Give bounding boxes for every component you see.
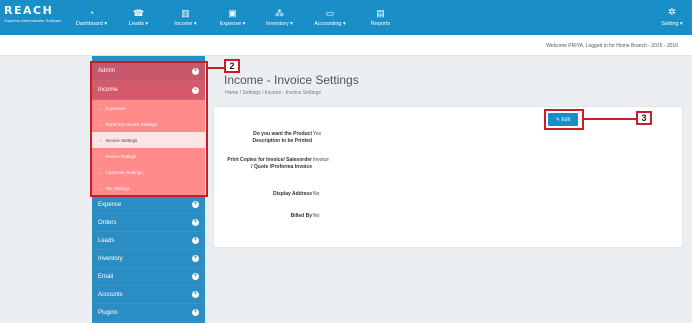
nav-settings[interactable]: ✲ Setting ▾ bbox=[652, 0, 692, 35]
welcome-text: Welcome PRIYA, Logged in for Home Branch… bbox=[546, 43, 678, 49]
sidebar-item-label: Inventory bbox=[98, 255, 123, 262]
field-row-billed-by: Billed By No bbox=[226, 213, 426, 220]
nav-accounting-label: Accounting ▾ bbox=[314, 21, 346, 27]
sidebar-item-label: Leads bbox=[98, 237, 115, 244]
nav-reports[interactable]: ▤ Reports bbox=[357, 0, 404, 35]
callout-3-connector bbox=[584, 118, 636, 120]
logo-text: REACH bbox=[4, 4, 54, 17]
nav-dashboard-label: Dashboard ▾ bbox=[75, 21, 108, 27]
brand-logo[interactable]: REACH Supreme Administrator Software bbox=[0, 0, 68, 35]
callout-3: 3 bbox=[636, 111, 652, 125]
callout-2-connector bbox=[208, 67, 224, 69]
plus-icon: + bbox=[192, 219, 199, 226]
top-navbar: REACH Supreme Administrator Software ◔ D… bbox=[0, 0, 692, 35]
nav-settings-label: Setting ▾ bbox=[661, 21, 683, 27]
sidebar-item-email[interactable]: Email + bbox=[92, 268, 205, 286]
cubes-icon: ⁂ bbox=[275, 8, 284, 18]
sidebar-highlight-box bbox=[90, 61, 208, 197]
settings-card bbox=[213, 106, 683, 248]
plus-icon: + bbox=[192, 255, 199, 262]
document-icon: ▤ bbox=[376, 8, 385, 18]
sidebar-item-inventory[interactable]: Inventory + bbox=[92, 250, 205, 268]
nav-inventory-label: Inventory ▾ bbox=[266, 21, 293, 27]
sidebar-item-label: Email bbox=[98, 273, 114, 280]
phone-icon: ☎ bbox=[132, 8, 145, 18]
sidebar-item-accounts[interactable]: Accounts + bbox=[92, 286, 205, 304]
nav-dashboard[interactable]: ◔ Dashboard ▾ bbox=[68, 0, 115, 35]
sidebar-item-label: Expense bbox=[98, 201, 122, 208]
page-title: Income - Invoice Settings bbox=[224, 73, 359, 87]
nav-leads-label: Leads ▾ bbox=[128, 21, 149, 27]
edit-highlight-box bbox=[544, 109, 584, 130]
main-nav: ◔ Dashboard ▾ ☎ Leads ▾ ▥ Income ▾ ▣ Exp… bbox=[68, 0, 404, 35]
field-label: Do you want the Product Description to b… bbox=[252, 131, 312, 144]
field-row-product-description: Do you want the Product Description to b… bbox=[226, 131, 426, 145]
plus-icon: + bbox=[192, 273, 199, 280]
field-value: No bbox=[313, 191, 320, 197]
gear-icon: ✲ bbox=[667, 7, 677, 18]
sidebar-item-expense[interactable]: Expense + bbox=[92, 196, 205, 214]
sidebar-item-plugins[interactable]: Plugins + bbox=[92, 304, 205, 322]
plus-icon: + bbox=[192, 291, 199, 298]
nav-inventory[interactable]: ⁂ Inventory ▾ bbox=[256, 0, 303, 35]
speedometer-icon: ◔ bbox=[88, 8, 95, 18]
bar-chart-icon: ▥ bbox=[181, 8, 190, 18]
monitor-icon: ▭ bbox=[325, 8, 335, 18]
plus-icon: + bbox=[192, 237, 199, 244]
sidebar-item-orders[interactable]: Orders + bbox=[92, 214, 205, 232]
nav-leads[interactable]: ☎ Leads ▾ bbox=[115, 0, 162, 35]
field-label: Display Address bbox=[273, 191, 312, 197]
plus-icon: + bbox=[192, 309, 199, 316]
breadcrumb: Home / Settings / Income - Invoice Setti… bbox=[225, 90, 321, 96]
nav-accounting[interactable]: ▭ Accounting ▾ bbox=[303, 0, 357, 35]
nav-expense[interactable]: ▣ Expense ▾ bbox=[209, 0, 256, 35]
field-label: Billed By bbox=[290, 213, 312, 219]
sidebar-item-label: Plugins bbox=[98, 309, 118, 316]
nav-reports-label: Reports bbox=[370, 21, 391, 27]
money-icon: ▣ bbox=[228, 8, 237, 18]
logo-tagline: Supreme Administrator Software bbox=[4, 18, 62, 23]
nav-expense-label: Expense ▾ bbox=[219, 21, 246, 27]
plus-icon: + bbox=[192, 201, 199, 208]
field-label: Print Copies for Invoice/ Salesorder / Q… bbox=[227, 157, 312, 170]
nav-income[interactable]: ▥ Income ▾ bbox=[162, 0, 209, 35]
field-row-print-copies: Print Copies for Invoice/ Salesorder / Q… bbox=[226, 157, 426, 171]
sidebar-item-leads[interactable]: Leads + bbox=[92, 232, 205, 250]
field-row-display-address: Display Address No bbox=[226, 191, 426, 198]
field-value: No bbox=[313, 213, 320, 219]
welcome-bar: Welcome PRIYA, Logged in for Home Branch… bbox=[0, 35, 692, 56]
callout-2: 2 bbox=[224, 59, 240, 73]
nav-income-label: Income ▾ bbox=[174, 21, 197, 27]
sidebar-item-label: Orders bbox=[98, 219, 117, 226]
field-value: Yes bbox=[313, 131, 322, 137]
field-value: Invoice bbox=[313, 157, 329, 163]
sidebar-item-label: Accounts bbox=[98, 291, 123, 298]
